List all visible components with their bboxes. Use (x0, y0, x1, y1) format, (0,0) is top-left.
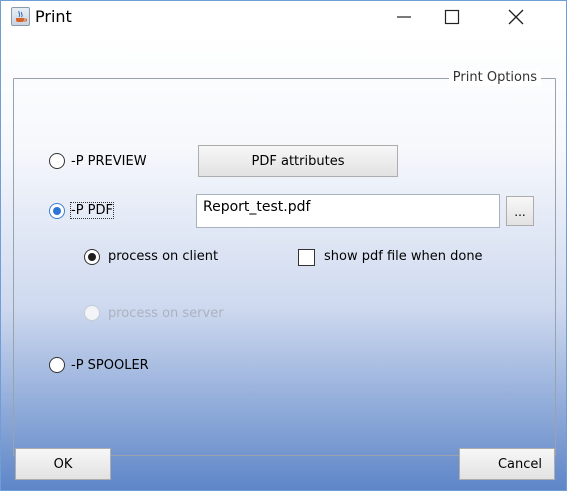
title-bar[interactable]: Print (1, 1, 566, 33)
pdf-filename-field[interactable]: Report_test.pdf (196, 194, 500, 228)
process-client-label[interactable]: process on client (108, 249, 218, 264)
group-legend: Print Options (448, 70, 541, 86)
cancel-button[interactable]: Cancel (459, 448, 555, 480)
maximize-icon (444, 9, 460, 25)
pdf-label[interactable]: -P PDF (70, 202, 114, 219)
print-dialog: Print Print Options -P PREVIEW PDF attri… (0, 0, 567, 491)
ok-button[interactable]: OK (15, 448, 111, 480)
show-pdf-checkbox[interactable] (298, 249, 315, 266)
close-icon (508, 9, 524, 25)
preview-radio[interactable] (49, 153, 65, 169)
minimize-button[interactable] (381, 1, 427, 33)
window-title: Print (35, 7, 72, 26)
process-server-label: process on server (108, 306, 224, 321)
pdf-attributes-button[interactable]: PDF attributes (198, 145, 398, 177)
process-server-radio (84, 305, 100, 321)
spooler-label[interactable]: -P SPOOLER (71, 358, 149, 373)
maximize-button[interactable] (429, 1, 475, 33)
show-pdf-label[interactable]: show pdf file when done (324, 249, 483, 264)
browse-button[interactable]: ... (506, 196, 534, 226)
preview-label[interactable]: -P PREVIEW (71, 154, 147, 169)
print-options-group: Print Options -P PREVIEW PDF attributes … (13, 70, 556, 456)
dialog-body: Print Options -P PREVIEW PDF attributes … (1, 33, 566, 490)
close-button[interactable] (493, 1, 539, 33)
process-client-radio[interactable] (84, 249, 100, 265)
pdf-radio[interactable] (49, 203, 65, 219)
java-cup-icon (11, 7, 30, 26)
spooler-radio[interactable] (49, 357, 65, 373)
minimize-icon (397, 16, 411, 18)
